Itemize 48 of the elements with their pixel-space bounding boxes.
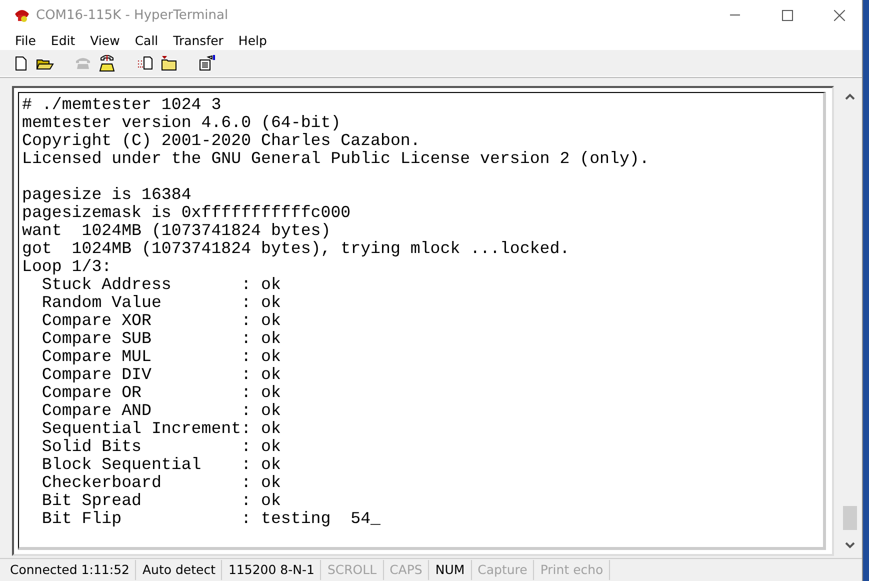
properties-icon[interactable] xyxy=(199,55,215,71)
terminal-line: pagesize is 16384 xyxy=(22,186,192,204)
terminal-line: Compare SUB : ok xyxy=(40,330,282,348)
new-document-icon[interactable] xyxy=(15,56,27,70)
terminal-line: Licensed under the GNU General Public License version 2 (only). xyxy=(22,150,650,168)
terminal-line: Copyright (C) 2001-2020 Charles Cazabon. xyxy=(22,132,422,150)
terminal-line: Compare MUL : ok xyxy=(40,348,282,366)
terminal-line: Checkerboard : ok xyxy=(40,474,282,492)
terminal-line: Solid Bits : ok xyxy=(40,438,282,456)
terminal-screen[interactable] xyxy=(18,92,826,550)
terminal-line: Stuck Address : ok xyxy=(40,276,282,294)
scrollbar-thumb[interactable] xyxy=(843,506,857,530)
close-icon xyxy=(834,10,844,20)
status-field: Capture xyxy=(472,560,534,580)
menu-item[interactable]: Help xyxy=(229,32,273,48)
terminal-line: # ./memtester 1024 3 xyxy=(22,96,222,114)
send-file-icon[interactable] xyxy=(137,56,153,70)
terminal-line: Bit Spread : ok xyxy=(40,492,282,510)
terminal-line: Sequential Increment: ok xyxy=(40,420,282,438)
terminal-line: Compare DIV : ok xyxy=(40,366,282,384)
terminal-line: Random Value : ok xyxy=(40,294,282,312)
terminal-line: Compare AND : ok xyxy=(40,402,282,420)
status-field: SCROLL xyxy=(321,560,384,580)
phone-app-icon xyxy=(14,7,30,23)
status-field: Auto detect xyxy=(136,560,222,580)
status-field: CAPS xyxy=(384,560,430,580)
menu-item[interactable]: Call xyxy=(126,32,164,48)
terminal-line: memtester version 4.6.0 (64-bit) xyxy=(22,114,342,132)
terminal-line: pagesizemask is 0xfffffffffffc000 xyxy=(22,204,352,222)
status-field: Print echo xyxy=(534,560,610,580)
menu-item[interactable]: View xyxy=(81,32,126,48)
terminal-line: Loop 1/3: xyxy=(22,258,113,276)
terminal-line: Bit Flip : testing 54_ xyxy=(40,510,382,528)
terminal-line: Block Sequential : ok xyxy=(40,456,282,474)
menu-item[interactable]: Edit xyxy=(42,32,82,48)
terminal-line: got 1024MB (1073741824 bytes), trying mlock ...locked. xyxy=(22,240,571,258)
status-field: 115200 8-N-1 xyxy=(222,560,322,580)
terminal-line: Compare OR : ok xyxy=(40,384,282,402)
receive-file-icon[interactable] xyxy=(161,55,177,71)
terminal-line: want 1024MB (1073741824 bytes) xyxy=(22,222,332,240)
menu-item[interactable]: File xyxy=(6,32,42,48)
menu-item[interactable]: Transfer xyxy=(164,32,230,48)
window-title: COM16-115K - HyperTerminal xyxy=(36,8,230,22)
phone-icon[interactable] xyxy=(99,54,115,72)
status-field: NUM xyxy=(429,560,472,580)
maximize-icon xyxy=(782,10,792,20)
terminal-line: Compare XOR : ok xyxy=(40,312,282,330)
status-field: Connected 1:11:52 xyxy=(4,560,136,580)
